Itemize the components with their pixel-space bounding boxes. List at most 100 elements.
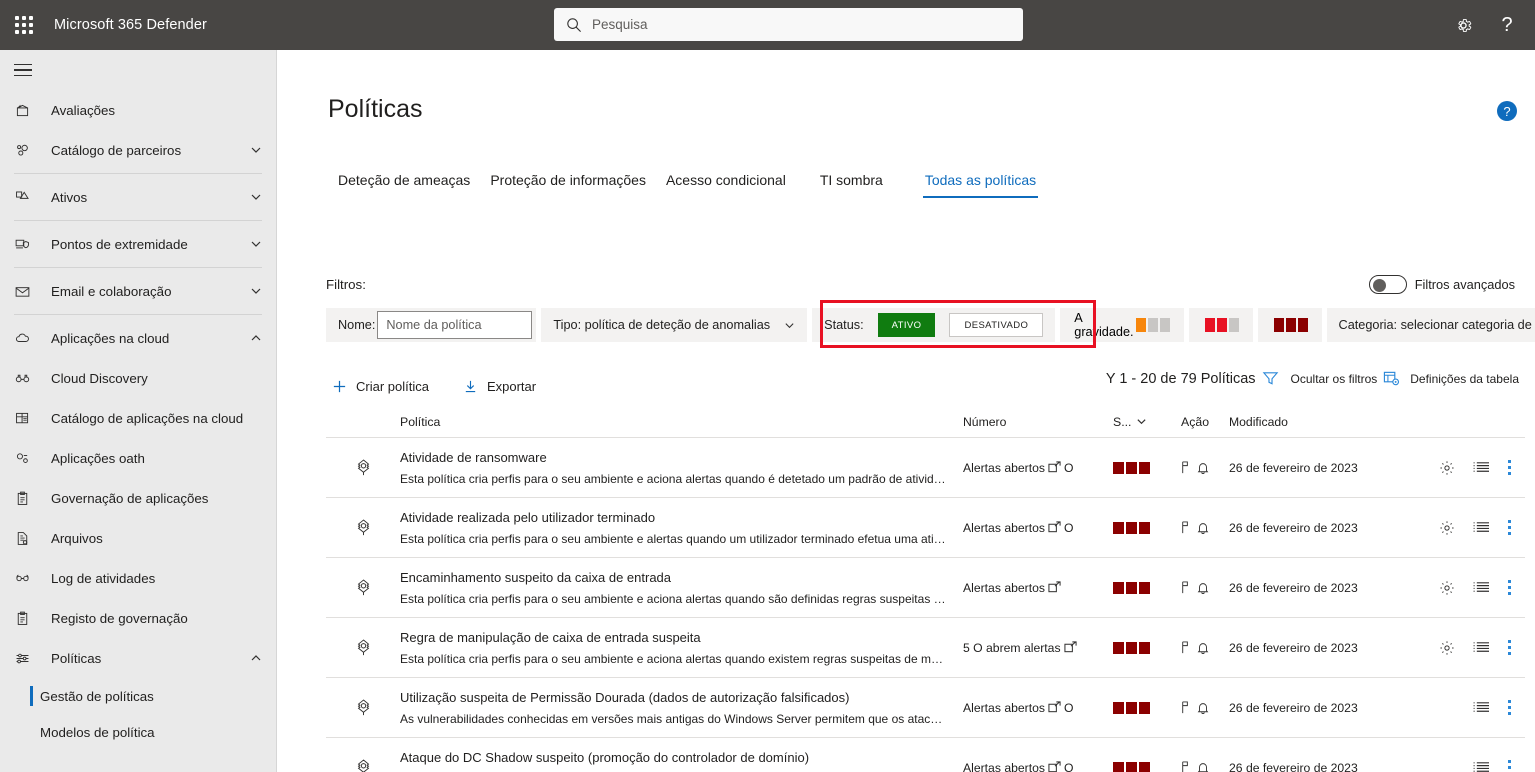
table-row[interactable]: Atividade de ransomware Esta política cr… [326,438,1525,498]
sidebar-item-modelos-de-politica[interactable]: Modelos de política [0,714,276,750]
sidebar-item-email-e-colaboracao[interactable]: Email e colaboração [0,271,276,311]
tab-acesso-condicional[interactable]: Acesso condicional [656,168,796,198]
header-action[interactable]: Ação [1181,415,1229,429]
row-settings-gear-icon[interactable] [1439,580,1455,596]
tab-label: Acesso condicional [665,172,786,188]
severity-filter-high[interactable] [1257,308,1322,342]
row-more-actions-icon[interactable] [1508,580,1511,595]
row-more-actions-icon[interactable] [1508,760,1511,772]
sidebar-item-governacao-de-aplicacoes[interactable]: Governação de aplicações [0,478,276,518]
row-list-icon[interactable] [1473,700,1490,715]
row-more-actions-icon[interactable] [1508,520,1511,535]
chevron-down-icon[interactable] [250,144,262,156]
chevron-down-icon[interactable] [250,191,262,203]
tab-todas-as-politicas[interactable]: Todas as políticas [915,168,1046,198]
tab-protecao-de-informacoes[interactable]: Proteção de informações [480,168,656,198]
row-list-icon[interactable] [1473,460,1490,475]
row-list-icon[interactable] [1473,760,1490,772]
row-settings-gear-icon[interactable] [1439,640,1455,656]
chevron-up-icon[interactable] [250,652,262,664]
row-list-icon[interactable] [1473,520,1490,535]
policy-name[interactable]: Ataque do DC Shadow suspeito (promoção d… [400,750,947,765]
header-severity[interactable]: S... [1113,415,1181,429]
table-row[interactable]: Regra de manipulação de caixa de entrada… [326,618,1525,678]
type-filter-dropdown[interactable]: Tipo: política de deteção de anomalias [541,308,808,342]
sidebar-item-avaliacoes[interactable]: Avaliações [0,90,276,130]
sidebar-item-politicas[interactable]: Políticas [0,638,276,678]
chevron-up-icon[interactable] [250,332,262,344]
row-more-actions-icon[interactable] [1508,640,1511,655]
sidebar-label: Catálogo de aplicações na cloud [51,410,244,426]
sidebar-label: Cloud Discovery [51,370,148,386]
status-inactive-button[interactable]: DESATIVADO [949,313,1044,337]
row-settings-gear-icon[interactable] [1439,460,1455,476]
sidebar-item-log-de-atividades[interactable]: Log de atividades [0,558,276,598]
policy-name-input[interactable] [377,311,533,339]
filter-funnel-icon[interactable] [1262,370,1279,387]
policy-name[interactable]: Atividade de ransomware [400,450,947,465]
severity-filter-medium[interactable] [1188,308,1253,342]
open-in-new-icon[interactable] [1063,641,1077,654]
tab-ti-sombra[interactable]: TI sombra [810,168,893,198]
open-in-new-icon[interactable] [1048,461,1061,474]
table-settings-icon[interactable] [1383,370,1400,387]
chevron-down-icon [784,320,795,331]
header-modified[interactable]: Modificado [1229,415,1407,429]
sidebar-item-gestao-de-politicas[interactable]: Gestão de políticas [0,678,276,714]
sidebar-item-aplicacoes-oath[interactable]: Aplicações oath [0,438,276,478]
tab-detecao-de-ameacas[interactable]: Deteção de ameaças [328,168,480,198]
row-list-icon[interactable] [1473,640,1490,655]
oauth-apps-icon [14,448,38,468]
table-settings-button[interactable]: Definições da tabela [1410,372,1519,386]
row-list-icon[interactable] [1473,580,1490,595]
row-more-actions-icon[interactable] [1508,700,1511,715]
plus-icon [332,379,347,394]
help-icon[interactable]: ? [1487,5,1527,45]
action-flag-icon [1181,701,1190,714]
chevron-down-icon[interactable] [250,238,262,250]
open-in-new-icon[interactable] [1048,581,1061,594]
nav-collapse-icon[interactable] [0,50,276,90]
table-row[interactable]: Ataque do DC Shadow suspeito (promoção d… [326,738,1525,772]
category-filter[interactable]: Categoria: selecionar categoria de risco [1326,308,1535,342]
sidebar-item-registo-de-governacao[interactable]: Registo de governação [0,598,276,638]
chevron-down-icon[interactable] [250,285,262,297]
open-in-new-icon[interactable] [1048,701,1061,714]
search-input[interactable] [592,17,1013,32]
row-settings-gear-icon[interactable] [1439,520,1455,536]
sidebar-item-pontos-de-extremidade[interactable]: Pontos de extremidade [0,224,276,264]
export-button[interactable]: Exportar [457,375,542,398]
policy-name[interactable]: Atividade realizada pelo utilizador term… [400,510,947,525]
number-cell: Alertas abertos [963,581,1113,595]
advanced-filters-toggle[interactable] [1368,275,1407,294]
header-policy[interactable]: Política [400,415,963,429]
table-row[interactable]: Atividade realizada pelo utilizador term… [326,498,1525,558]
hide-filters-button[interactable]: Ocultar os filtros [1291,372,1378,386]
number-cell: 5 O abrem alertas [963,641,1113,655]
sidebar-item-aplicacoes-na-cloud[interactable]: Aplicações na cloud [0,318,276,358]
policy-type-icon [326,577,400,598]
sidebar-item-arquivos[interactable]: Arquivos [0,518,276,558]
global-search[interactable] [554,8,1023,41]
table-row[interactable]: Utilização suspeita de Permissão Dourada… [326,678,1525,738]
sidebar-item-catalogo-de-aplicacoes-na-cloud[interactable]: Catálogo de aplicações na cloud [0,398,276,438]
policy-name[interactable]: Encaminhamento suspeito da caixa de entr… [400,570,947,585]
sidebar-item-ativos[interactable]: Ativos [0,177,276,217]
settings-gear-icon[interactable] [1443,5,1483,45]
table-row[interactable]: Encaminhamento suspeito da caixa de entr… [326,558,1525,618]
open-in-new-icon[interactable] [1048,521,1061,534]
open-in-new-icon[interactable] [1048,761,1061,772]
sidebar-item-catalogo-de-parceiros[interactable]: Catálogo de parceiros [0,130,276,170]
app-launcher-icon[interactable] [0,0,48,50]
policy-name[interactable]: Utilização suspeita de Permissão Dourada… [400,690,947,705]
status-active-button[interactable]: ATIVO [877,313,936,337]
header-number[interactable]: Número [963,415,1113,429]
row-more-actions-icon[interactable] [1508,460,1511,475]
page-help-icon[interactable]: ? [1497,101,1517,121]
policy-name[interactable]: Regra de manipulação de caixa de entrada… [400,630,947,645]
number-label: Alertas abertos [963,700,1045,715]
sidebar-item-cloud-discovery[interactable]: Cloud Discovery [0,358,276,398]
severity-filter-low[interactable]: A gravidade. [1060,308,1184,342]
create-policy-button[interactable]: Criar política [326,375,435,398]
cloud-icon [14,328,38,348]
